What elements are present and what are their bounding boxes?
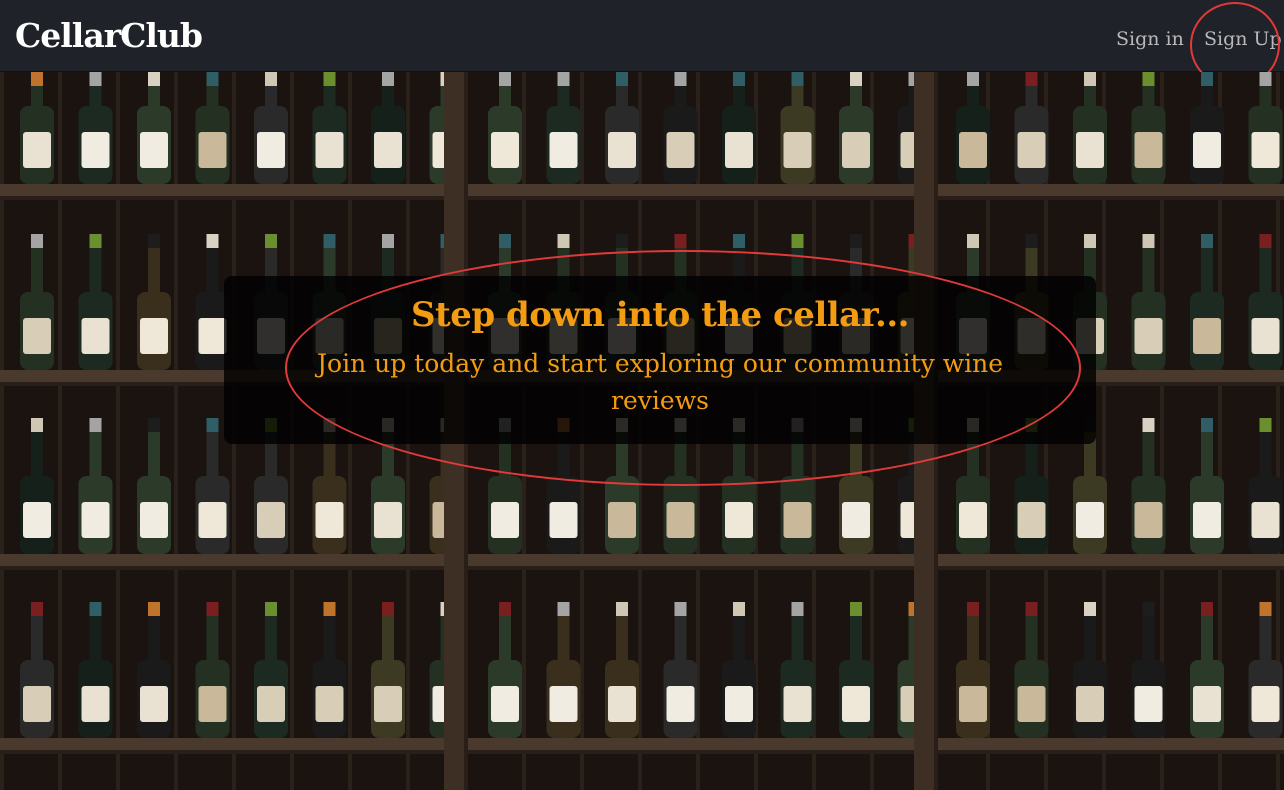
sign-in-link[interactable]: Sign in [1116,24,1184,54]
brand-logo[interactable]: CellarClub [15,14,203,58]
sign-up-link[interactable]: Sign Up [1204,24,1282,54]
top-navbar: CellarClub Sign in Sign Up [0,0,1284,72]
hero-subtitle: Join up today and start exploring our co… [317,349,1003,415]
hero-title: Step down into the cellar... [410,295,910,335]
